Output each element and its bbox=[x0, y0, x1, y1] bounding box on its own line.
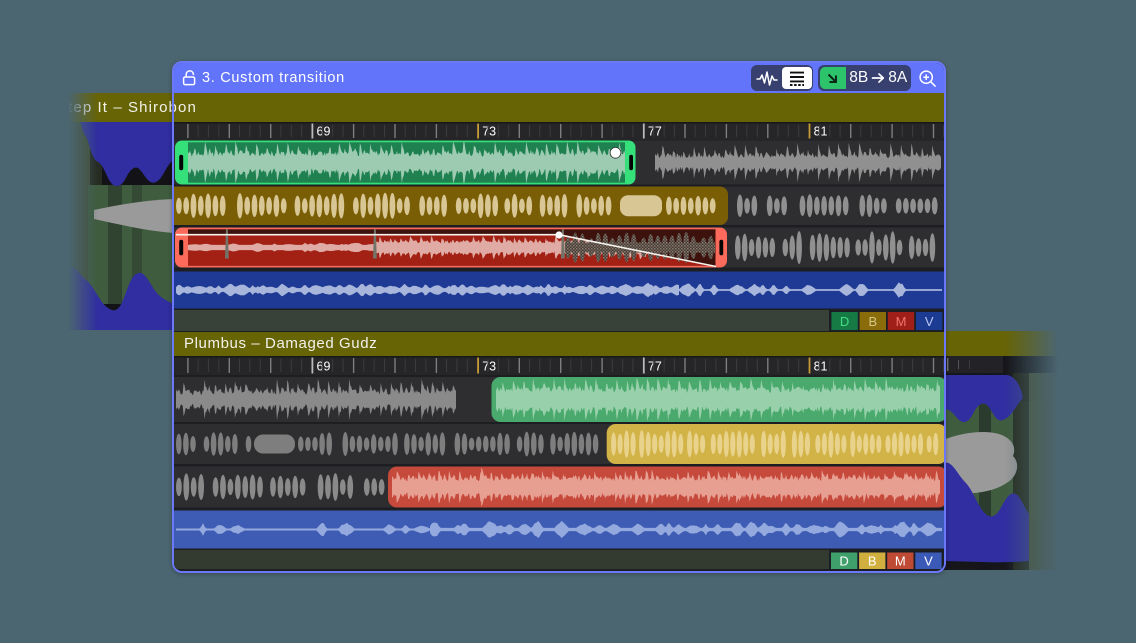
svg-text:81: 81 bbox=[814, 360, 828, 374]
svg-text:D: D bbox=[840, 314, 849, 329]
svg-text:73: 73 bbox=[482, 360, 496, 374]
svg-text:V: V bbox=[925, 314, 934, 329]
svg-text:69: 69 bbox=[317, 125, 331, 139]
svg-text:B: B bbox=[868, 314, 877, 329]
svg-text:81: 81 bbox=[814, 125, 828, 139]
svg-text:M: M bbox=[896, 314, 907, 329]
svg-text:73: 73 bbox=[482, 125, 496, 139]
svg-text:D: D bbox=[839, 554, 848, 569]
svg-text:77: 77 bbox=[648, 360, 662, 374]
svg-text:V: V bbox=[924, 554, 933, 569]
svg-text:69: 69 bbox=[317, 360, 331, 374]
svg-text:M: M bbox=[895, 554, 906, 569]
svg-text:B: B bbox=[868, 554, 877, 569]
svg-text:77: 77 bbox=[648, 125, 662, 139]
